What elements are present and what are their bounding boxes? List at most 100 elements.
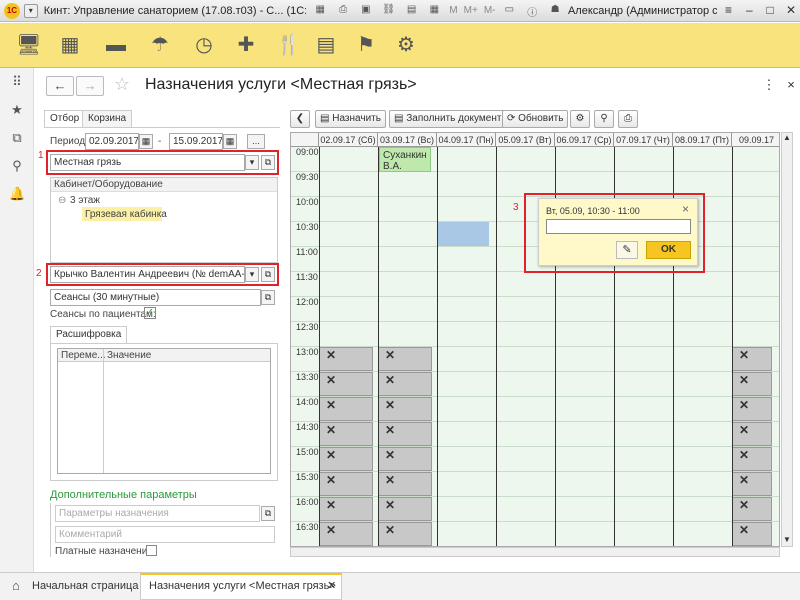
maximize-button[interactable]: □ xyxy=(761,3,779,19)
star-icon[interactable]: ★ xyxy=(9,102,25,118)
doctor-open-icon[interactable]: ⧉ xyxy=(261,267,275,282)
vertical-scrollbar[interactable] xyxy=(781,132,793,547)
user-name[interactable]: Александр (Администратор систе... xyxy=(568,5,717,17)
fork-knife-icon[interactable]: 🍴 xyxy=(276,33,301,57)
params-field[interactable]: Параметры назначения xyxy=(55,505,260,522)
refresh-button[interactable]: ⟳ Обновить xyxy=(502,110,569,128)
time-row[interactable]: 09:00 xyxy=(291,147,779,172)
tab-close-icon[interactable]: ✕ xyxy=(327,579,336,592)
sessions-open-icon[interactable]: ⧉ xyxy=(261,290,275,305)
cabinet-icon[interactable]: ▤ xyxy=(314,33,338,57)
print-icon[interactable]: ⎙ xyxy=(334,4,352,18)
edit-icon[interactable]: ✎ xyxy=(616,241,638,259)
floor-node[interactable]: 3 этаж xyxy=(70,195,100,206)
memory-plus-button[interactable]: M+ xyxy=(464,5,478,16)
forward-button[interactable]: → xyxy=(76,76,104,96)
assign-button[interactable]: ▤ Назначить xyxy=(315,110,386,128)
paid-checkbox[interactable] xyxy=(146,545,157,556)
prev-period-button[interactable]: ❮ xyxy=(290,110,310,128)
service-open-icon[interactable]: ⧉ xyxy=(261,155,275,170)
by-patients-checkbox[interactable]: ✓ xyxy=(144,307,156,319)
booking-popup: Вт, 05.09, 10:30 - 11:00 × ✎ OK xyxy=(538,198,698,266)
collapse-icon[interactable]: ⊖ xyxy=(58,195,66,206)
apps-grid-icon[interactable]: ⠿ xyxy=(9,74,25,90)
memory-minus-button[interactable]: M- xyxy=(484,5,496,16)
time-label: 12:00 xyxy=(296,297,319,307)
popup-input[interactable] xyxy=(546,219,691,234)
calendar-icon[interactable]: ▦ xyxy=(58,33,82,57)
lamp-icon[interactable]: ☂ xyxy=(148,33,172,57)
time-label: 14:30 xyxy=(296,422,319,432)
booking-cell[interactable]: Суханкин В.А. xyxy=(379,147,431,172)
blocked-slot: ✕ xyxy=(319,522,373,546)
grid-icon[interactable]: ▦ xyxy=(311,4,329,18)
service-field[interactable]: Местная грязь xyxy=(50,154,245,171)
tab-cart[interactable]: Корзина xyxy=(82,110,133,127)
active-window-label[interactable]: Назначения услуги <Местная грязь> xyxy=(149,580,336,592)
settings-icon[interactable]: ≡ xyxy=(720,3,738,19)
card-icon[interactable]: ▬ xyxy=(104,33,128,57)
table-icon[interactable]: ▤ xyxy=(403,4,421,18)
comment-field[interactable]: Комментарий xyxy=(55,526,275,543)
assign-label: Назначить xyxy=(332,113,381,124)
sessions-field[interactable]: Сеансы (30 минутные) xyxy=(50,289,261,306)
time-row[interactable]: 12:30 xyxy=(291,322,779,347)
time-row[interactable]: 11:30 xyxy=(291,272,779,297)
window-icon[interactable]: ▭ xyxy=(500,4,518,18)
params-open-icon[interactable]: ⧉ xyxy=(261,506,275,521)
horizontal-scrollbar[interactable] xyxy=(290,547,780,557)
gear-icon[interactable]: ⚙ xyxy=(394,33,418,57)
back-button[interactable]: ← xyxy=(46,76,74,96)
blocked-slot: ✕ xyxy=(732,472,772,496)
calendar-icon[interactable]: ▦ xyxy=(425,4,443,18)
doctor-dropdown-icon[interactable]: ▾ xyxy=(245,267,259,282)
date-from-field[interactable]: 02.09.2017 xyxy=(85,133,139,150)
selected-slot[interactable] xyxy=(438,222,489,246)
home-tab[interactable]: Начальная страница xyxy=(32,580,138,592)
date-to-field[interactable]: 15.09.2017 xyxy=(169,133,223,150)
user-icon[interactable]: ☗ xyxy=(546,4,564,18)
bell-icon[interactable]: 🔔 xyxy=(9,186,25,202)
marker-3: 3 xyxy=(513,202,519,213)
tab-decode[interactable]: Расшифровка xyxy=(50,326,128,344)
close-form-button[interactable]: × xyxy=(784,74,798,96)
day-header: 04.09.17 (Пн) xyxy=(437,133,496,147)
save-icon[interactable]: ▣ xyxy=(357,4,375,18)
time-label: 15:30 xyxy=(296,472,319,482)
calendar-from-icon[interactable]: ▦ xyxy=(139,134,153,149)
fill-document-button[interactable]: ▤ Заполнить документ xyxy=(389,110,507,128)
tab-filter[interactable]: Отбор xyxy=(44,110,86,127)
print-button[interactable]: ⎙ xyxy=(618,110,638,128)
plus-icon[interactable]: ✚ xyxy=(234,33,258,57)
marker-2: 2 xyxy=(36,268,42,279)
clock-icon[interactable]: ◷ xyxy=(192,33,216,57)
flag-icon[interactable]: ⚑ xyxy=(354,33,378,57)
history-icon[interactable]: ⧉ xyxy=(9,130,25,146)
service-dropdown-icon[interactable]: ▾ xyxy=(245,155,259,170)
column-separator xyxy=(496,147,497,546)
link-icon[interactable]: ⛓ xyxy=(380,4,398,18)
blocked-slot: ✕ xyxy=(378,372,432,396)
cabinet-node[interactable]: Грязевая кабинка xyxy=(85,209,167,220)
info-icon[interactable]: ⓘ xyxy=(523,4,541,19)
time-row[interactable]: 12:00 xyxy=(291,297,779,322)
close-window-button[interactable]: ✕ xyxy=(782,3,800,19)
search-button[interactable]: ⚲ xyxy=(594,110,614,128)
ok-button[interactable]: OK xyxy=(646,241,691,259)
doctor-field[interactable]: Крычко Валентин Андреевич (№ demAA-17/00… xyxy=(50,266,245,283)
blocked-slot: ✕ xyxy=(319,372,373,396)
minimize-button[interactable]: – xyxy=(740,3,758,19)
calendar-to-icon[interactable]: ▦ xyxy=(223,134,237,149)
popup-close-icon[interactable]: × xyxy=(682,202,689,216)
search-icon[interactable]: ⚲ xyxy=(9,158,25,174)
menu-dropdown-icon[interactable]: ▾ xyxy=(23,3,38,18)
settings-button[interactable]: ⚙ xyxy=(570,110,590,128)
scroll-down-arrow[interactable]: ▼ xyxy=(782,535,792,545)
scroll-up-arrow[interactable]: ▲ xyxy=(782,133,792,143)
favorite-star-icon[interactable]: ☆ xyxy=(114,74,130,95)
home-icon[interactable]: ⌂ xyxy=(12,578,20,593)
desktop-icon[interactable]: 🖥 xyxy=(16,33,41,57)
more-menu-button[interactable]: ⋮ xyxy=(752,74,786,96)
period-select-button[interactable]: ... xyxy=(247,134,265,149)
memory-button[interactable]: M xyxy=(449,5,457,16)
